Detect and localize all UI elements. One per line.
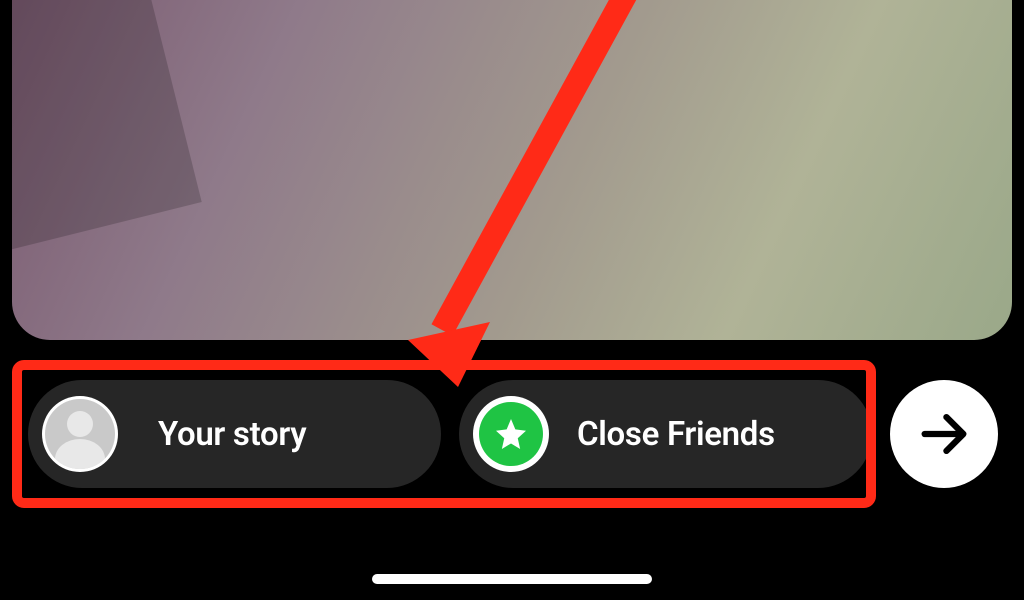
- close-friends-button[interactable]: Close Friends: [459, 380, 872, 488]
- arrow-right-icon: [915, 405, 973, 463]
- story-preview-background: [12, 0, 1012, 340]
- avatar-icon: [42, 396, 118, 472]
- home-indicator: [372, 574, 652, 584]
- close-friends-label: Close Friends: [577, 415, 775, 454]
- your-story-label: Your story: [158, 415, 306, 454]
- preview-dark-edge: [12, 0, 202, 270]
- send-button[interactable]: [890, 380, 998, 488]
- star-icon: [473, 396, 549, 472]
- share-options-row: Your story Close Friends: [28, 380, 872, 488]
- your-story-button[interactable]: Your story: [28, 380, 441, 488]
